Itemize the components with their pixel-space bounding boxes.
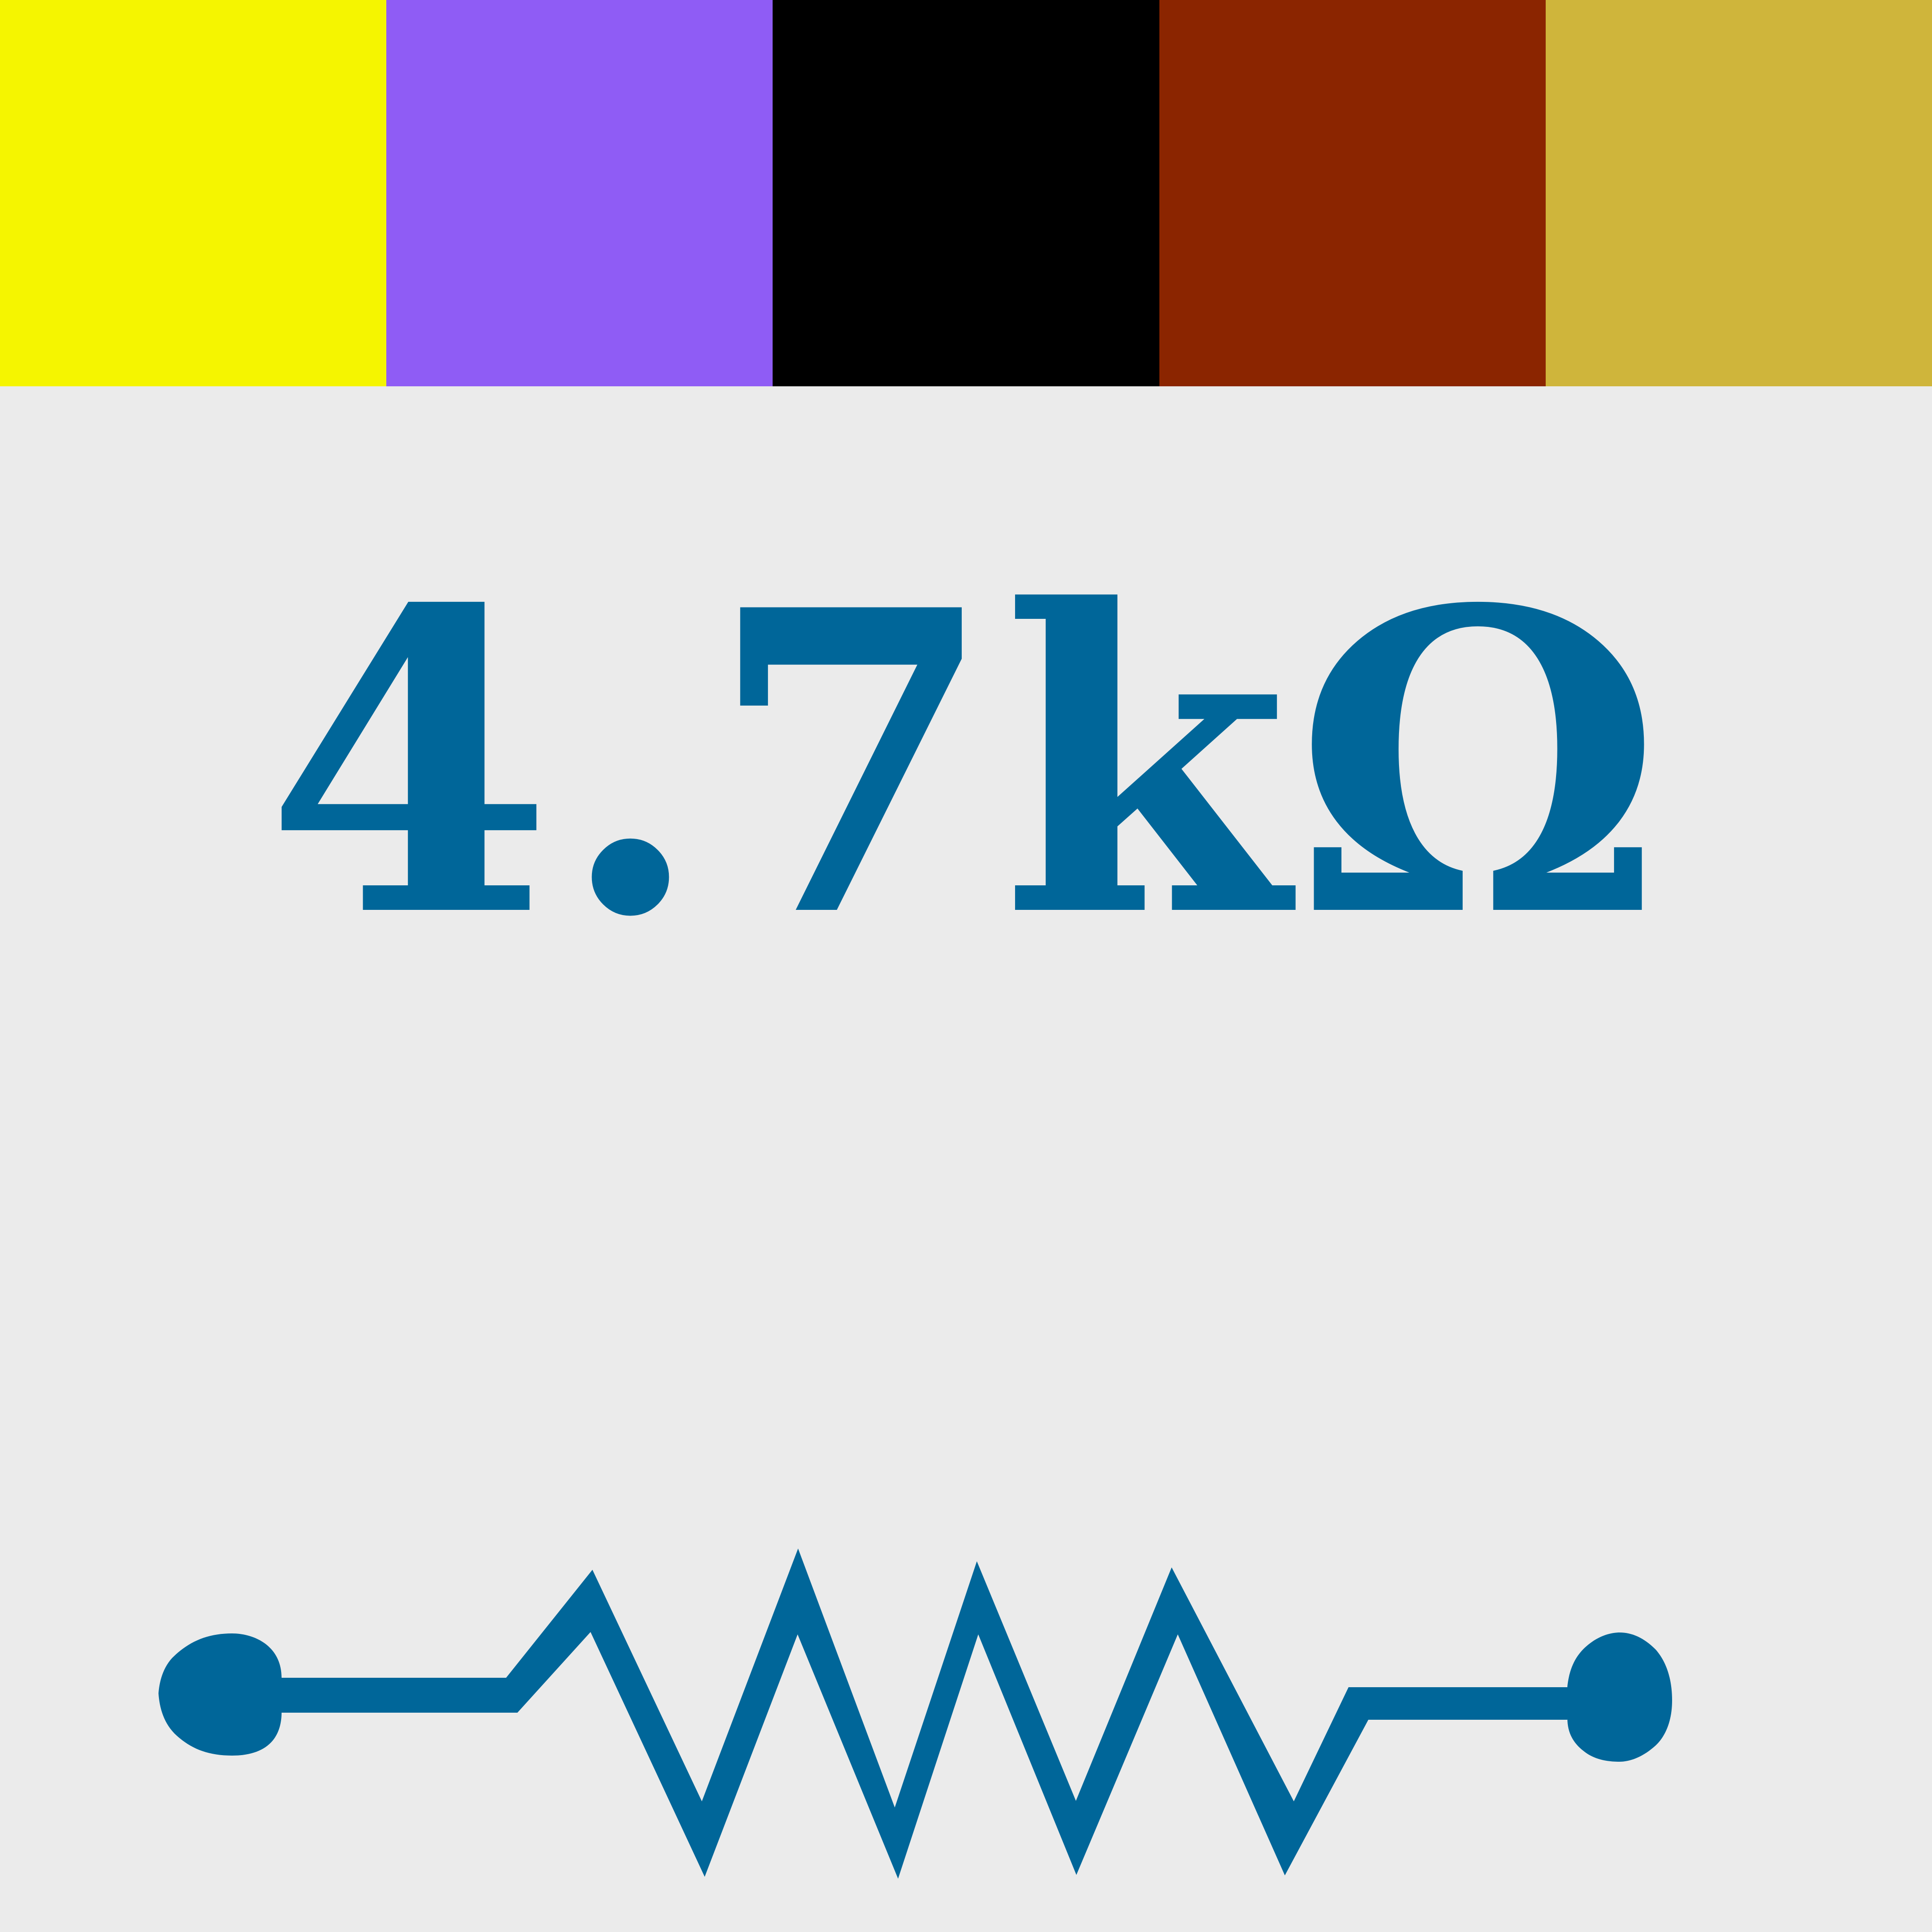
color-bands: [0, 0, 1932, 386]
color-band-2: [386, 0, 773, 386]
right-terminal-icon: [1567, 1632, 1672, 1762]
resistance-value: 4.7kΩ: [264, 520, 1668, 1008]
color-band-1: [0, 0, 387, 386]
color-band-4: [1159, 0, 1546, 386]
resistor-zigzag-icon: [282, 1549, 1567, 1879]
resistor-symbol-icon: [158, 1549, 1672, 1879]
color-band-5: [1545, 0, 1932, 386]
color-band-3: [773, 0, 1159, 386]
resistor-card: 4.7kΩ: [0, 0, 1932, 1932]
left-terminal-icon: [158, 1633, 282, 1756]
